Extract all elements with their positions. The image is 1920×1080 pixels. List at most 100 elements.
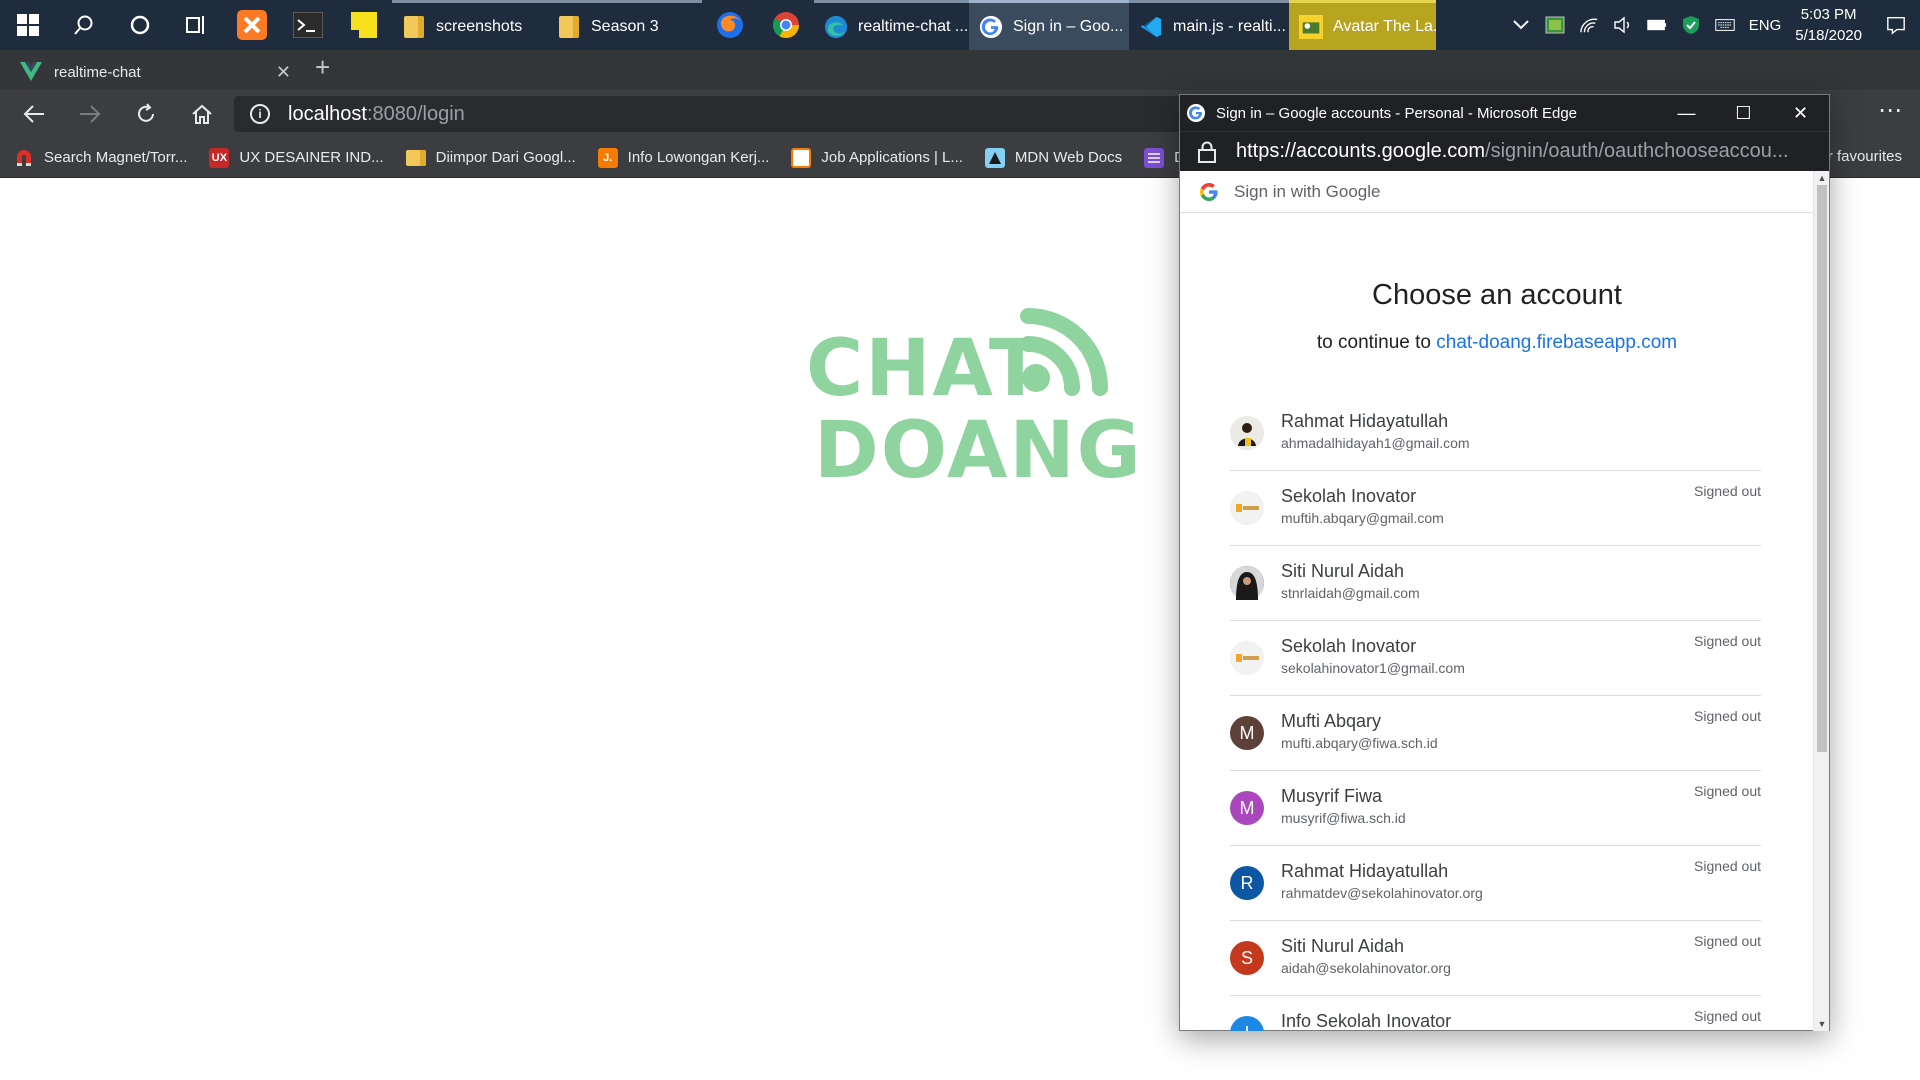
- browser-tab[interactable]: realtime-chat ✕: [8, 54, 303, 90]
- clock-date: 5/18/2020: [1795, 27, 1862, 44]
- continue-to-text: to continue to chat-doang.firebaseapp.co…: [1180, 332, 1814, 354]
- home-button[interactable]: [174, 90, 230, 138]
- firefox-app[interactable]: [702, 0, 758, 50]
- page-title: Choose an account: [1372, 279, 1622, 311]
- account-name: Sekolah Inovator: [1281, 486, 1417, 506]
- info-icon[interactable]: i: [250, 104, 270, 124]
- account-item[interactable]: Sekolah Inovator muftih.abqary@gmail.com…: [1230, 471, 1761, 546]
- other-favourites[interactable]: r favourites: [1828, 148, 1902, 165]
- maximize-icon[interactable]: ☐: [1715, 95, 1772, 131]
- folder-icon: [557, 15, 581, 39]
- refresh-button[interactable]: [118, 90, 174, 138]
- bookmark-item[interactable]: Search Magnet/Torr...: [14, 148, 187, 168]
- taskbar-item-season-3[interactable]: Season 3: [547, 0, 702, 50]
- account-email: muftih.abqary@gmail.com: [1281, 510, 1444, 526]
- minimize-icon[interactable]: —: [1658, 95, 1715, 131]
- search-button[interactable]: [56, 0, 112, 50]
- avatar: M: [1230, 791, 1264, 825]
- account-status: Signed out: [1694, 483, 1761, 499]
- notification-icon[interactable]: [1886, 15, 1906, 35]
- taskbar-item-sign-in[interactable]: Sign in – Goo...: [969, 0, 1129, 50]
- more-icon[interactable]: ⋯: [1878, 96, 1902, 125]
- signin-popup-window: Sign in – Google accounts - Personal - M…: [1179, 94, 1830, 1031]
- new-tab-button[interactable]: +: [315, 52, 330, 83]
- avatar: [1230, 641, 1264, 675]
- chevron-up-icon[interactable]: [1511, 15, 1531, 35]
- scroll-down-icon[interactable]: ▼: [1814, 1019, 1830, 1029]
- popup-title-bar: Sign in – Google accounts - Personal - M…: [1180, 95, 1829, 131]
- taskbar-item-realtime-chat[interactable]: realtime-chat ...: [814, 0, 969, 50]
- popup-address-bar[interactable]: https://accounts.google.com/signin/oauth…: [1180, 131, 1829, 171]
- forward-button[interactable]: [62, 90, 118, 138]
- account-item[interactable]: Rahmat Hidayatullah ahmadalhidayah1@gmai…: [1230, 396, 1761, 471]
- account-email: musyrif@fiwa.sch.id: [1281, 810, 1406, 826]
- document-icon: [791, 147, 812, 168]
- bookmark-label: Search Magnet/Torr...: [44, 149, 188, 166]
- account-item[interactable]: M Mufti Abqary mufti.abqary@fiwa.sch.id …: [1230, 696, 1761, 771]
- account-status: Signed out: [1694, 858, 1761, 874]
- taskbar-item-vscode[interactable]: main.js - realti...: [1129, 0, 1289, 50]
- bookmark-item[interactable]: Job Applications | L...: [791, 147, 963, 168]
- close-icon[interactable]: ✕: [1772, 95, 1829, 131]
- account-item[interactable]: R Rahmat Hidayatullah rahmatdev@sekolahi…: [1230, 846, 1761, 921]
- bookmark-label: Job Applications | L...: [821, 149, 963, 166]
- close-icon[interactable]: ✕: [276, 62, 291, 83]
- sticky-notes-icon: [351, 12, 377, 38]
- address-bar[interactable]: i localhost:8080/login: [234, 96, 1184, 132]
- language-indicator[interactable]: ENG: [1749, 17, 1782, 34]
- scrollbar-thumb[interactable]: [1817, 185, 1827, 752]
- account-item[interactable]: M Musyrif Fiwa musyrif@fiwa.sch.id Signe…: [1230, 771, 1761, 846]
- taskbar-item-avatar[interactable]: Avatar The La...: [1289, 0, 1436, 50]
- xampp-app[interactable]: [224, 0, 280, 50]
- account-item[interactable]: Siti Nurul Aidah stnrlaidah@gmail.com: [1230, 546, 1761, 621]
- account-item[interactable]: Sekolah Inovator sekolahinovator1@gmail.…: [1230, 621, 1761, 696]
- bookmark-label: Diimpor Dari Googl...: [435, 149, 576, 166]
- bookmark-label: UX DESAINER IND...: [239, 149, 384, 166]
- ux-icon: UX: [209, 147, 230, 168]
- bookmark-label: Info Lowongan Kerj...: [627, 149, 770, 166]
- app-logo: CHAT DOANG: [806, 308, 1143, 490]
- account-item[interactable]: I Info Sekolah Inovator Signed out: [1230, 996, 1761, 1031]
- cortana-button[interactable]: [112, 0, 168, 50]
- xampp-icon: [237, 10, 267, 40]
- windows-icon: [17, 14, 39, 36]
- battery-icon[interactable]: [1647, 15, 1667, 35]
- bookmark-label: MDN Web Docs: [1014, 149, 1123, 166]
- shield-icon[interactable]: [1681, 15, 1701, 35]
- account-email: stnrlaidah@gmail.com: [1281, 585, 1420, 601]
- signin-header: Sign in with Google: [1180, 171, 1814, 213]
- account-name: Siti Nurul Aidah: [1281, 936, 1405, 956]
- account-item[interactable]: S Siti Nurul Aidah aidah@sekolahinovator…: [1230, 921, 1761, 996]
- scroll-up-icon[interactable]: ▲: [1814, 173, 1830, 183]
- taskbar-item-label: realtime-chat ...: [858, 17, 969, 35]
- task-view-button[interactable]: [168, 0, 224, 50]
- bookmark-item[interactable]: Diimpor Dari Googl...: [405, 148, 576, 168]
- wifi-icon[interactable]: [1579, 15, 1599, 35]
- url-host: localhost: [288, 102, 367, 125]
- bookmark-item[interactable]: J. Info Lowongan Kerj...: [597, 147, 770, 168]
- chrome-app[interactable]: [758, 0, 814, 50]
- magnet-icon: [14, 148, 34, 168]
- account-name: Mufti Abqary: [1281, 711, 1382, 731]
- popup-scrollbar[interactable]: ▲ ▼: [1813, 171, 1829, 1031]
- arrow-left-icon: [23, 105, 44, 123]
- app-domain-link[interactable]: chat-doang.firebaseapp.com: [1436, 332, 1677, 353]
- sticky-notes-app[interactable]: [336, 0, 392, 50]
- taskbar-item-screenshots[interactable]: screenshots: [392, 0, 547, 50]
- clock[interactable]: 5:03 PM 5/18/2020: [1795, 4, 1862, 46]
- task-view-icon: [186, 16, 204, 34]
- start-button[interactable]: [0, 0, 56, 50]
- account-email: ahmadalhidayah1@gmail.com: [1281, 435, 1470, 451]
- bookmark-item[interactable]: MDN Web Docs: [984, 147, 1123, 168]
- bookmark-item[interactable]: UX UX DESAINER IND...: [209, 147, 384, 168]
- keyboard-icon[interactable]: [1715, 15, 1735, 35]
- jobs-icon: J.: [597, 147, 618, 168]
- edge-icon: [824, 15, 848, 39]
- vscode-icon: [1139, 15, 1163, 39]
- terminal-app[interactable]: [280, 0, 336, 50]
- back-button[interactable]: [6, 90, 62, 138]
- monitor-app-icon[interactable]: [1545, 15, 1565, 35]
- volume-icon[interactable]: [1613, 15, 1633, 35]
- taskbar-item-label: Season 3: [591, 17, 659, 35]
- account-name: Sekolah Inovator: [1281, 636, 1417, 656]
